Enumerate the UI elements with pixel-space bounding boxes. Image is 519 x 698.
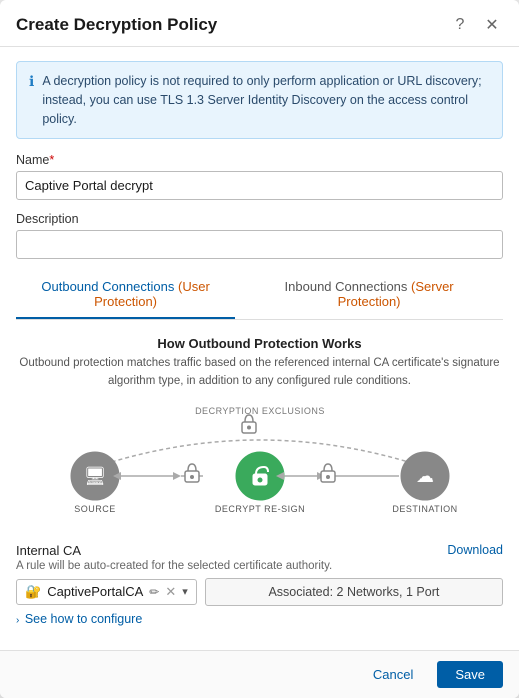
clear-icon[interactable]: ✕ xyxy=(165,584,176,600)
left-lock-icon xyxy=(185,464,199,482)
ca-section: Internal CA Download A rule will be auto… xyxy=(16,543,503,626)
decrypt-label: DECRYPT RE-SIGN xyxy=(214,504,304,514)
ca-controls: 🔐 CaptivePortalCA ✏ ✕ ▾ Associated: 2 Ne… xyxy=(16,578,503,606)
tab-inbound-label: Inbound Connections xyxy=(285,279,411,294)
info-banner: ℹ A decryption policy is not required to… xyxy=(16,61,503,139)
help-button[interactable]: ? xyxy=(449,14,471,36)
name-field-group: Name* xyxy=(16,153,503,200)
description-input[interactable] xyxy=(16,230,503,259)
modal-header: Create Decryption Policy ? ✕ xyxy=(0,0,519,47)
ca-selected-value: CaptivePortalCA xyxy=(47,584,143,599)
cancel-button[interactable]: Cancel xyxy=(359,661,427,688)
chevron-right-icon: › xyxy=(16,615,19,626)
diagram-svg: DECRYPTION EXCLUSIONS 🖥 SOURCE xyxy=(25,406,495,526)
chevron-down-icon[interactable]: ▾ xyxy=(182,585,188,598)
close-icon: ✕ xyxy=(485,15,498,35)
description-field-group: Description xyxy=(16,212,503,259)
info-banner-text: A decryption policy is not required to o… xyxy=(42,72,490,128)
save-button[interactable]: Save xyxy=(437,661,503,688)
source-node: 🖥 xyxy=(71,452,119,500)
certificate-icon: 🔐 xyxy=(25,584,41,600)
see-how-label: See how to configure xyxy=(25,612,142,626)
ca-input-box[interactable]: 🔐 CaptivePortalCA ✏ ✕ ▾ xyxy=(16,579,197,605)
modal-title: Create Decryption Policy xyxy=(16,15,217,35)
create-decryption-policy-modal: Create Decryption Policy ? ✕ ℹ A decrypt… xyxy=(0,0,519,698)
info-icon: ℹ xyxy=(29,73,34,128)
close-button[interactable]: ✕ xyxy=(481,14,503,36)
description-label: Description xyxy=(16,212,503,226)
modal-footer: Cancel Save xyxy=(0,650,519,698)
svg-text:🖥: 🖥 xyxy=(83,466,106,486)
help-icon: ? xyxy=(456,16,465,34)
header-icons: ? ✕ xyxy=(449,14,503,36)
right-lock-icon xyxy=(321,464,335,482)
name-input[interactable] xyxy=(16,171,503,200)
tab-outbound-label: Outbound Connections xyxy=(41,279,178,294)
download-link[interactable]: Download xyxy=(447,543,503,557)
tab-inbound[interactable]: Inbound Connections (Server Protection) xyxy=(259,271,479,319)
ca-header: Internal CA Download xyxy=(16,543,503,558)
name-label: Name* xyxy=(16,153,503,167)
diagram-title: How Outbound Protection Works xyxy=(16,336,503,351)
edit-icon[interactable]: ✏ xyxy=(149,585,159,599)
tab-outbound[interactable]: Outbound Connections (User Protection) xyxy=(16,271,235,319)
exclusions-label: DECRYPTION EXCLUSIONS xyxy=(195,406,325,416)
top-lock-icon xyxy=(242,415,256,433)
ca-title: Internal CA xyxy=(16,543,81,558)
diagram-desc: Outbound protection matches traffic base… xyxy=(16,355,503,390)
source-label: SOURCE xyxy=(74,504,116,514)
destination-node: ☁ xyxy=(401,452,449,500)
diagram-section: How Outbound Protection Works Outbound p… xyxy=(16,336,503,529)
ca-associated-text: Associated: 2 Networks, 1 Port xyxy=(205,578,503,606)
see-how-link[interactable]: › See how to configure xyxy=(16,612,142,626)
tabs-container: Outbound Connections (User Protection) I… xyxy=(16,271,503,320)
modal-body: ℹ A decryption policy is not required to… xyxy=(0,47,519,650)
ca-subtitle: A rule will be auto-created for the sele… xyxy=(16,560,503,572)
svg-text:☁: ☁ xyxy=(416,466,434,486)
required-marker: * xyxy=(49,153,54,167)
destination-label: DESTINATION xyxy=(392,504,457,514)
